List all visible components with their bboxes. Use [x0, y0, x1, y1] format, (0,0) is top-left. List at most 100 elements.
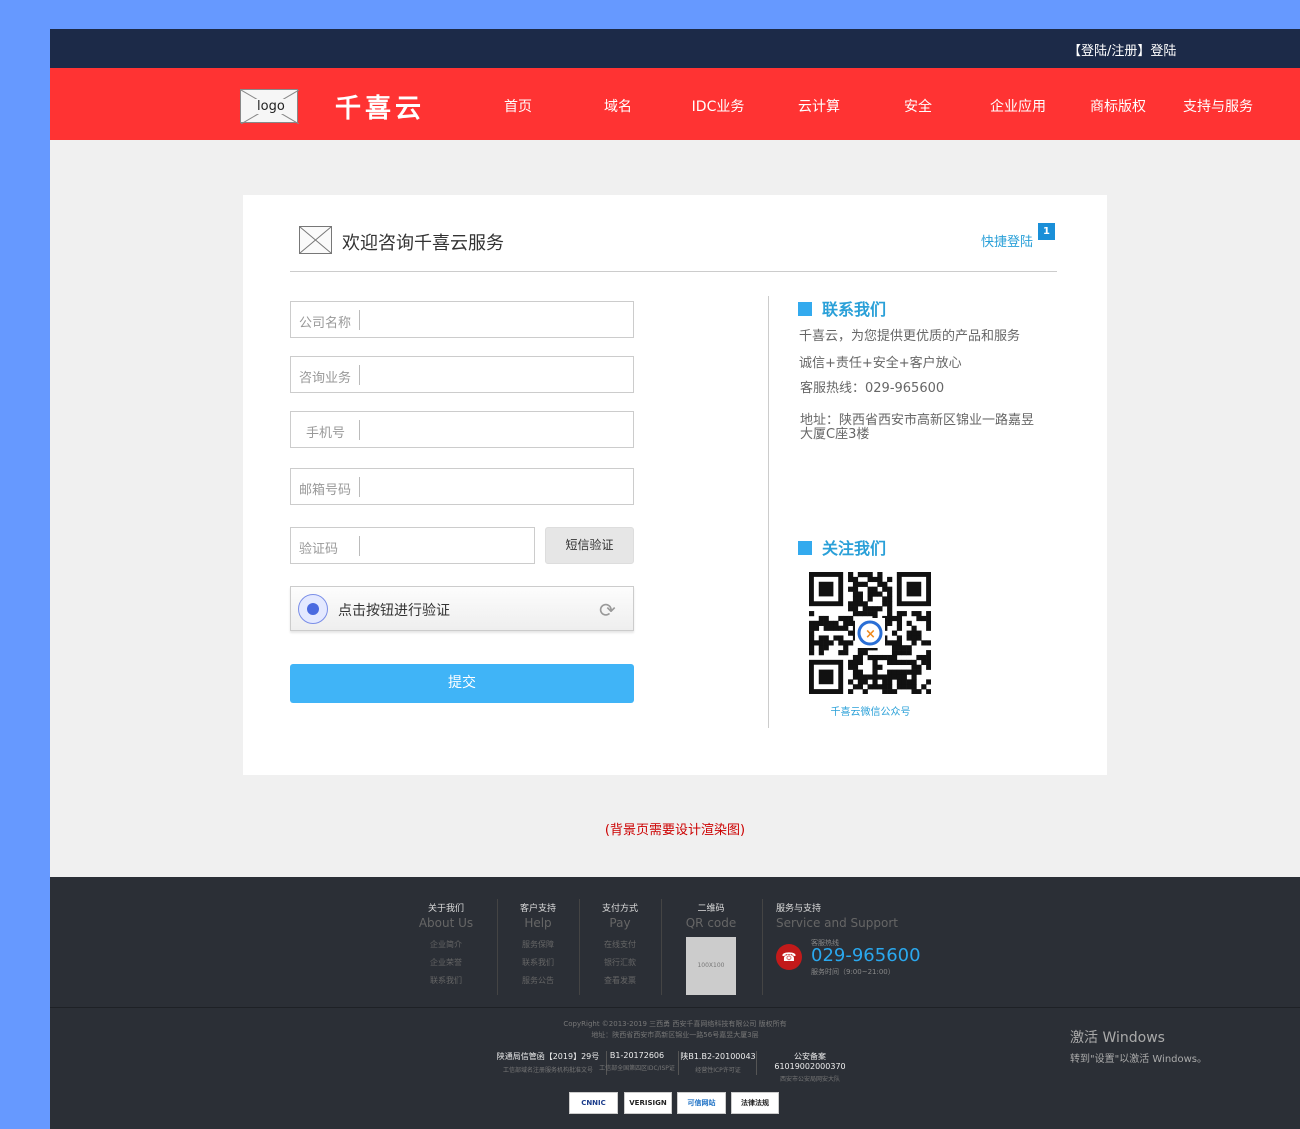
submit-button[interactable]: 提交 [290, 664, 634, 703]
license-desc: 西安市公安局网安大队 [779, 1076, 840, 1083]
footer-col-about: 关于我们 About Us 企业简介 企业荣誉 联系我们 [416, 901, 476, 986]
captcha-widget[interactable]: 点击按钮进行验证 ⟳ [290, 586, 634, 631]
consult-card: 欢迎咨询千喜云服务 快捷登陆 1 公司名称 咨询业务 手机号 邮箱号码 验证码 [243, 195, 1107, 775]
vertical-divider [768, 296, 769, 728]
footer-link[interactable]: 服务公告 [508, 975, 568, 986]
license-desc: 经营性ICP许可证 [695, 1067, 741, 1074]
license-item: 公安备案 61019002000370 西安市公安局网安大队 [758, 1051, 862, 1083]
watermark-line-2: 转到"设置"以激活 Windows。 [1070, 1054, 1208, 1065]
footer-col-heading: 客户支持 [519, 904, 556, 914]
contact-line-1: 千喜云，为您提供更优质的产品和服务 [799, 329, 1021, 344]
footer-link[interactable]: 查看发票 [590, 975, 650, 986]
footer-link[interactable]: 企业简介 [416, 939, 476, 950]
top-bar: 【登陆/注册】登陆 [50, 29, 1300, 68]
footer-link[interactable]: 服务保障 [508, 939, 568, 950]
footer-separator [579, 899, 580, 995]
card-divider [290, 271, 1057, 272]
refresh-icon[interactable]: ⟳ [599, 598, 616, 622]
license-item: 陕通局信管函【2019】29号 工信部域名注册服务机构批准文号 [488, 1051, 608, 1074]
field-separator [359, 477, 360, 497]
code-field-label: 验证码 [299, 542, 339, 557]
footer-separator [762, 899, 763, 995]
footer: 关于我们 About Us 企业简介 企业荣誉 联系我们 客户支持 Help 服… [50, 877, 1300, 1129]
business-input[interactable] [365, 361, 625, 388]
trusted-site-badge[interactable]: 可信网站 [677, 1092, 726, 1114]
nav-item-support[interactable]: 支持与服务 [1168, 96, 1268, 116]
contact-title: 联系我们 [798, 296, 886, 320]
nav-item-trademark[interactable]: 商标版权 [1068, 96, 1168, 116]
logo-text: logo [255, 99, 287, 114]
nav-item-idc[interactable]: IDC业务 [668, 96, 768, 116]
company-field[interactable]: 公司名称 [290, 301, 634, 338]
verisign-badge[interactable]: VERISIGN [624, 1092, 672, 1114]
footer-col-pay: 支付方式 Pay 在线支付 银行汇款 查看发票 [590, 901, 650, 986]
email-field[interactable]: 邮箱号码 [290, 468, 634, 505]
footer-col-subheading: Service and Support [776, 916, 898, 930]
license-number: 公安备案 61019002000370 [774, 1052, 846, 1071]
image-placeholder-icon [299, 226, 332, 254]
address-line: 地址：陕西省西安市高新区锦业一路嘉昱大厦C座3楼 [800, 413, 1035, 442]
business-field-label: 咨询业务 [299, 371, 352, 386]
captcha-button-icon[interactable] [298, 594, 328, 624]
footer-col-service: 服务与支持 Service and Support [776, 901, 898, 930]
footer-link[interactable]: 企业荣誉 [416, 957, 476, 968]
page-canvas: 【登陆/注册】登陆 logo 千喜云 首页 域名 IDC业务 云计算 安全 企业… [50, 29, 1300, 1129]
windows-activation-watermark: 激活 Windows 转到"设置"以激活 Windows。 [1070, 1027, 1207, 1065]
footer-link[interactable]: 联系我们 [508, 957, 568, 968]
business-field[interactable]: 咨询业务 [290, 356, 634, 393]
code-input[interactable] [365, 532, 525, 559]
email-input[interactable] [365, 473, 625, 500]
phone-input[interactable] [365, 416, 625, 443]
footer-col-heading: 关于我们 [427, 904, 464, 914]
contact-title-text: 联系我们 [822, 300, 887, 319]
qr-caption: 千喜云微信公众号 [830, 707, 911, 718]
contact-line-2: 诚信+责任+安全+客户放心 [799, 356, 962, 371]
field-separator [359, 420, 360, 440]
nav-item-enterprise[interactable]: 企业应用 [968, 96, 1068, 116]
notification-badge: 1 [1038, 223, 1055, 240]
field-separator [359, 310, 360, 330]
license-item: B1-20172606 工信部全国第四区IDC/ISP证 [596, 1051, 678, 1072]
footer-col-qr: 二维码 QR code [676, 901, 746, 930]
phone-field[interactable]: 手机号 [290, 411, 634, 448]
square-bullet-icon [798, 541, 812, 555]
email-field-label: 邮箱号码 [299, 483, 352, 498]
law-badge[interactable]: 法律法规 [731, 1092, 779, 1114]
quick-login-link[interactable]: 快捷登陆 [981, 231, 1033, 250]
hotline-line: 客服热线：029-965600 [800, 381, 945, 396]
nav-item-domain[interactable]: 域名 [568, 96, 668, 116]
footer-separator [497, 899, 498, 995]
license-number: 陕通局信管函【2019】29号 [496, 1052, 600, 1061]
license-desc: 工信部域名注册服务机构批准文号 [502, 1067, 593, 1074]
phone-icon: ☎ [776, 944, 802, 970]
footer-separator [661, 899, 662, 995]
login-register-link[interactable]: 【登陆/注册】登陆 [1068, 40, 1176, 59]
cnnic-badge[interactable]: CNNIC [569, 1092, 618, 1114]
nav-item-security[interactable]: 安全 [868, 96, 968, 116]
footer-col-heading: 服务与支持 [776, 904, 822, 914]
footer-col-heading: 支付方式 [601, 904, 638, 914]
service-hours: 服务时间（9:00~21:00） [811, 968, 895, 976]
follow-title: 关注我们 [798, 535, 886, 559]
phone-field-label: 手机号 [306, 426, 346, 441]
footer-link[interactable]: 联系我们 [416, 975, 476, 986]
sms-verify-button[interactable]: 短信验证 [545, 527, 634, 564]
svg-text:×: × [865, 627, 876, 642]
field-separator [359, 536, 360, 556]
footer-link[interactable]: 银行汇款 [590, 957, 650, 968]
watermark-line-1: 激活 Windows [1070, 1030, 1165, 1046]
logo-image[interactable]: logo [240, 89, 299, 124]
design-note: (背景页需要设计渲染图) [604, 823, 746, 838]
square-bullet-icon [798, 302, 812, 316]
footer-col-subheading: QR code [685, 916, 737, 930]
footer-divider [50, 1007, 1300, 1008]
footer-link[interactable]: 在线支付 [590, 939, 650, 950]
footer-col-subheading: Pay [609, 916, 631, 930]
company-input[interactable] [365, 306, 625, 333]
code-field[interactable]: 验证码 [290, 527, 535, 564]
nav-item-home[interactable]: 首页 [468, 96, 568, 116]
main-nav: logo 千喜云 首页 域名 IDC业务 云计算 安全 企业应用 商标版权 支持… [50, 68, 1300, 140]
nav-item-cloud[interactable]: 云计算 [769, 96, 869, 116]
wechat-qr-code: × [809, 572, 932, 695]
brand-name[interactable]: 千喜云 [335, 88, 425, 125]
